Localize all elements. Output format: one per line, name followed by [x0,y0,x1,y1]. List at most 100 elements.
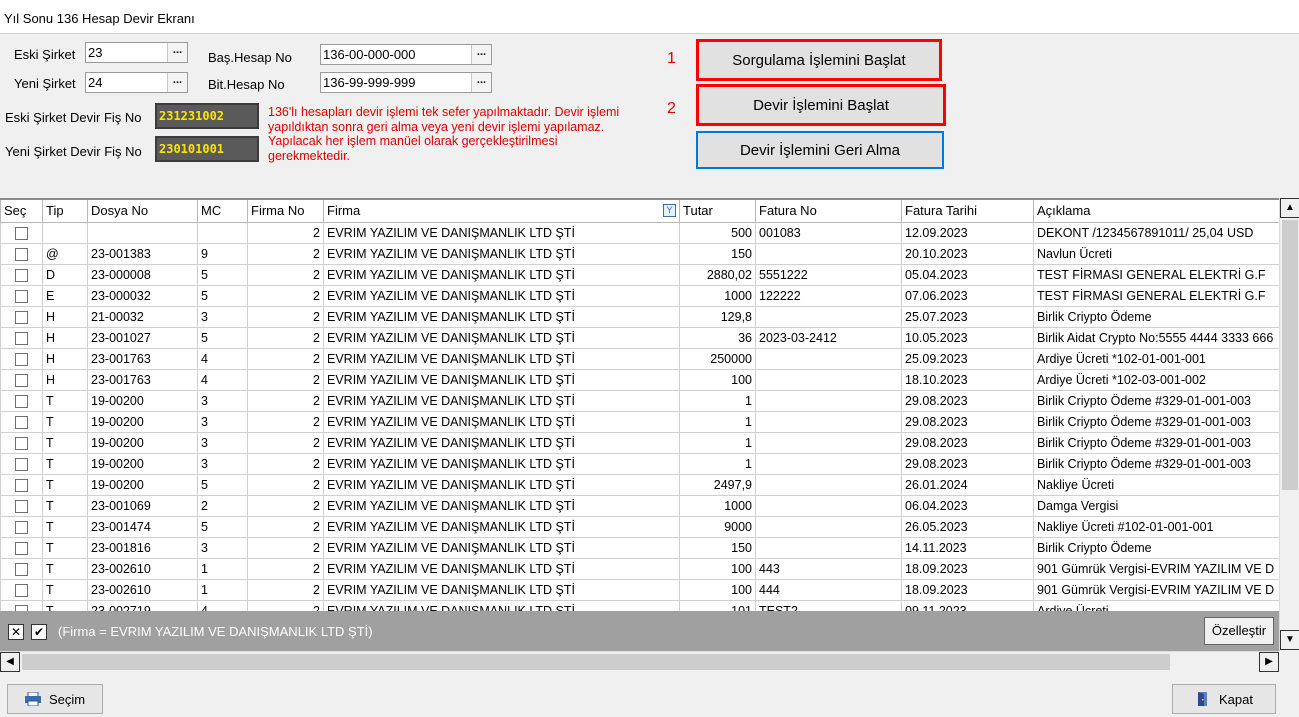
table-row[interactable]: E 23-000032 5 2 EVRIM YAZILIM VE DANIŞMANLIK… [0,284,1281,307]
row-select-checkbox[interactable] [15,520,28,534]
end-account-field[interactable]: 136-99-999-999 ... [320,72,492,93]
table-row[interactable]: 2 EVRIM YAZILIM VE DANIŞMANLIK LTD ŞTİ 500… [0,221,1281,244]
table-cell[interactable]: 18.09.2023 [901,578,1034,601]
row-select-cell[interactable] [0,431,43,454]
table-cell[interactable]: 23-000032 [87,284,198,307]
column-header[interactable]: Dosya No [87,198,198,223]
column-header[interactable]: Fatura No [755,198,902,223]
table-cell[interactable]: H [42,347,88,370]
table-cell[interactable]: 2 [247,494,324,517]
table-cell[interactable]: 2 [247,473,324,496]
row-select-cell[interactable] [0,368,43,391]
table-cell[interactable]: 2 [247,410,324,433]
table-cell[interactable]: 5 [197,284,248,307]
table-cell[interactable]: EVRIM YAZILIM VE DANIŞMANLIK LTD ŞTİ [323,536,680,559]
table-cell[interactable]: 23-002610 [87,557,198,580]
table-cell[interactable]: 23-001027 [87,326,198,349]
table-cell[interactable]: 4 [197,599,248,611]
table-row[interactable]: T 23-002610 1 2 EVRIM YAZILIM VE DANIŞMANLIK… [0,578,1281,601]
start-query-button[interactable]: Sorgulama İşlemini Başlat [696,39,942,81]
table-cell[interactable]: 23-001763 [87,368,198,391]
table-cell[interactable]: 2880,02 [679,263,756,286]
column-header[interactable]: Firma Y [323,198,680,223]
table-cell[interactable]: 100 [679,578,756,601]
filter-funnel-icon[interactable]: Y [663,204,676,217]
table-cell[interactable]: 29.08.2023 [901,452,1034,475]
table-cell[interactable]: EVRIM YAZILIM VE DANIŞMANLIK LTD ŞTİ [323,557,680,580]
table-cell[interactable]: 500 [679,221,756,244]
table-cell[interactable]: Birlik Aidat Crypto No:5555 4444 3333 66… [1033,326,1281,349]
table-cell[interactable]: EVRIM YAZILIM VE DANIŞMANLIK LTD ŞTİ [323,578,680,601]
table-cell[interactable]: 25.09.2023 [901,347,1034,370]
row-select-cell[interactable] [0,515,43,538]
select-print-button[interactable]: Seçim [7,684,103,714]
table-cell[interactable]: 29.08.2023 [901,431,1034,454]
table-cell[interactable]: 19-00200 [87,410,198,433]
table-cell[interactable]: 23-001763 [87,347,198,370]
table-cell[interactable]: TEST FİRMASI GENERAL ELEKTRİ G.F [1033,284,1281,307]
table-cell[interactable]: T [42,431,88,454]
table-cell[interactable]: 100 [679,368,756,391]
table-cell[interactable]: T [42,410,88,433]
table-cell[interactable]: Birlik Criypto Ödeme #329-01-001-003 [1033,431,1281,454]
table-cell[interactable]: 19-00200 [87,431,198,454]
table-row[interactable]: H 23-001763 4 2 EVRIM YAZILIM VE DANIŞMANLIK… [0,347,1281,370]
row-select-cell[interactable] [0,347,43,370]
row-select-checkbox[interactable] [15,499,28,513]
row-select-checkbox[interactable] [15,331,28,345]
table-cell[interactable]: 23-001069 [87,494,198,517]
table-cell[interactable]: 18.10.2023 [901,368,1034,391]
table-cell[interactable]: 2 [247,368,324,391]
table-cell[interactable]: 4 [197,368,248,391]
table-cell[interactable]: 21-00032 [87,305,198,328]
table-cell[interactable]: 1 [197,578,248,601]
row-select-cell[interactable] [0,599,43,611]
row-select-checkbox[interactable] [15,394,28,408]
table-cell[interactable] [755,410,902,433]
table-row[interactable]: T 19-00200 3 2 EVRIM YAZILIM VE DANIŞMANLIK … [0,410,1281,433]
row-select-cell[interactable] [0,242,43,265]
table-cell[interactable]: 3 [197,410,248,433]
table-cell[interactable] [87,221,198,244]
table-row[interactable]: T 19-00200 3 2 EVRIM YAZILIM VE DANIŞMANLIK … [0,452,1281,475]
table-cell[interactable]: 06.04.2023 [901,494,1034,517]
table-cell[interactable]: 2 [247,578,324,601]
table-cell[interactable]: T [42,515,88,538]
table-cell[interactable]: 10.05.2023 [901,326,1034,349]
table-cell[interactable]: 443 [755,557,902,580]
table-row[interactable]: T 23-002719 4 2 EVRIM YAZILIM VE DANIŞMANLIK… [0,599,1281,611]
row-select-checkbox[interactable] [15,562,28,576]
table-cell[interactable]: 19-00200 [87,389,198,412]
table-cell[interactable]: 05.04.2023 [901,263,1034,286]
table-cell[interactable] [197,221,248,244]
row-select-cell[interactable] [0,284,43,307]
table-cell[interactable]: T [42,536,88,559]
table-cell[interactable]: EVRIM YAZILIM VE DANIŞMANLIK LTD ŞTİ [323,452,680,475]
table-cell[interactable]: T [42,578,88,601]
start-account-field[interactable]: 136-00-000-000 ... [320,44,492,65]
table-cell[interactable]: 29.08.2023 [901,389,1034,412]
table-cell[interactable]: 901 Gümrük Vergisi-EVRIM YAZILIM VE D [1033,557,1281,580]
clear-filter-close-icon[interactable]: ✕ [8,624,24,640]
table-cell[interactable]: 23-000008 [87,263,198,286]
vertical-scroll-thumb[interactable] [1282,220,1298,490]
row-select-cell[interactable] [0,410,43,433]
table-cell[interactable]: 4 [197,347,248,370]
table-cell[interactable]: 5 [197,515,248,538]
table-cell[interactable]: 9000 [679,515,756,538]
row-select-checkbox[interactable] [15,541,28,555]
table-row[interactable]: T 19-00200 3 2 EVRIM YAZILIM VE DANIŞMANLIK … [0,431,1281,454]
row-select-checkbox[interactable] [15,373,28,387]
table-cell[interactable]: 2 [247,452,324,475]
table-cell[interactable] [755,515,902,538]
table-cell[interactable]: 2 [247,515,324,538]
table-cell[interactable] [755,347,902,370]
table-cell[interactable]: 129,8 [679,305,756,328]
row-select-cell[interactable] [0,494,43,517]
table-cell[interactable]: EVRIM YAZILIM VE DANIŞMANLIK LTD ŞTİ [323,368,680,391]
table-cell[interactable]: 5551222 [755,263,902,286]
table-cell[interactable]: EVRIM YAZILIM VE DANIŞMANLIK LTD ŞTİ [323,263,680,286]
table-cell[interactable]: 3 [197,305,248,328]
row-select-checkbox[interactable] [15,457,28,471]
table-cell[interactable]: 36 [679,326,756,349]
